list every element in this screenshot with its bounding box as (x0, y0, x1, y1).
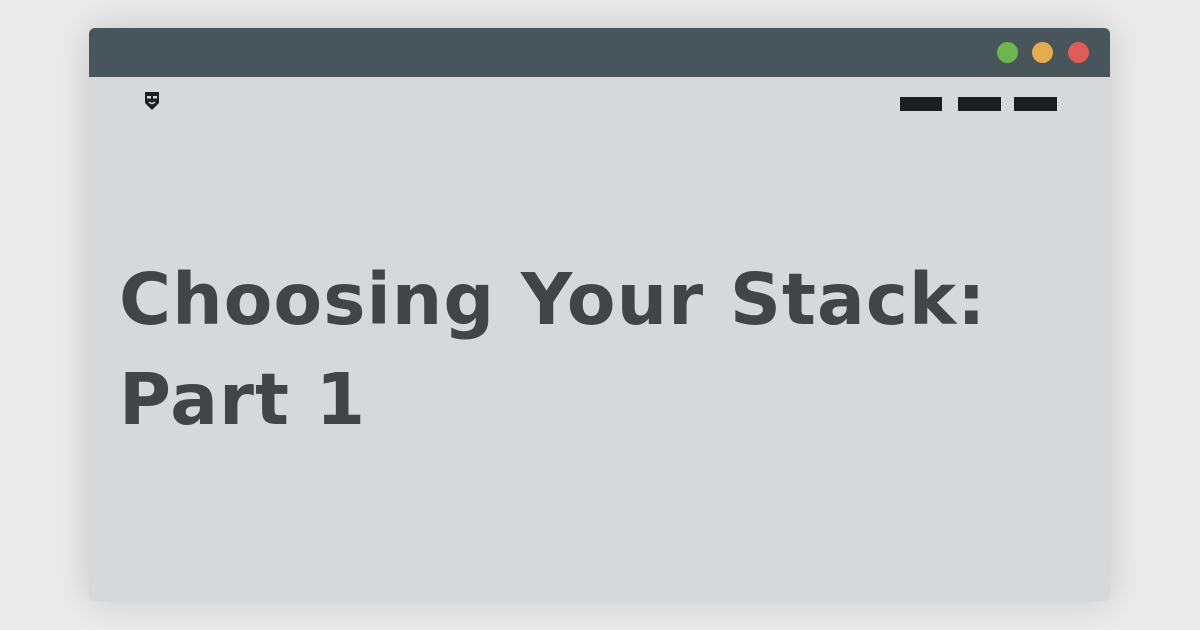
nav-menu-item-1[interactable] (900, 97, 942, 111)
maximize-button[interactable] (997, 42, 1018, 63)
nav-menu-item-3[interactable] (1014, 97, 1057, 111)
nav-menu-item-2[interactable] (958, 97, 1001, 111)
window-titlebar (89, 28, 1110, 77)
site-logo-icon[interactable] (144, 91, 160, 111)
close-button[interactable] (1068, 42, 1089, 63)
browser-window: Choosing Your Stack: Part 1 (89, 28, 1110, 601)
page-title: Choosing Your Stack: Part 1 (119, 250, 1079, 450)
minimize-button[interactable] (1032, 42, 1053, 63)
page-title-line-2: Part 1 (119, 358, 367, 441)
masked-face-shield-icon (145, 92, 159, 110)
page-title-line-1: Choosing Your Stack: (119, 258, 987, 341)
